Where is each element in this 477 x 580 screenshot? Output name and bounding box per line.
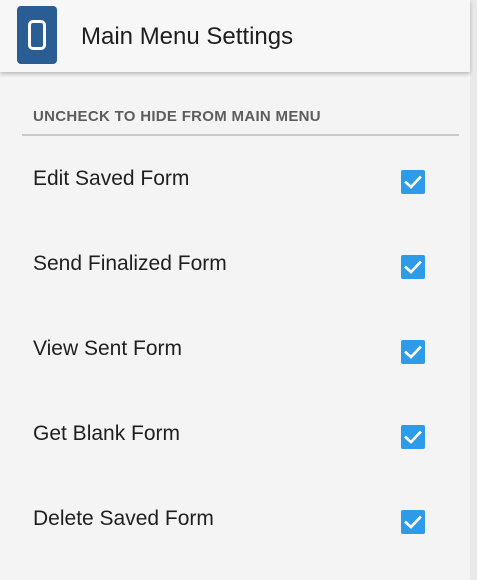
menu-item-label: Get Blank Form [33,422,181,445]
menu-item-label: Delete Saved Form [33,507,214,530]
checkmark-icon [404,345,422,359]
settings-content: UNCHECK TO HIDE FROM MAIN MENU Edit Save… [0,72,470,580]
section-divider [22,134,459,136]
settings-screen: Main Menu Settings UNCHECK TO HIDE FROM … [0,0,477,580]
app-bar: Main Menu Settings [0,0,470,72]
menu-item-view-sent-form[interactable]: View Sent Form [0,308,470,393]
menu-item-send-finalized-form[interactable]: Send Finalized Form [0,223,470,308]
page-title: Main Menu Settings [81,23,294,50]
edit-saved-form-checkbox[interactable] [401,170,425,194]
checkmark-icon [404,515,422,529]
menu-item-edit-saved-form[interactable]: Edit Saved Form [0,138,470,223]
checkmark-icon [404,260,422,274]
app-logo-glyph [28,20,46,50]
app-logo-icon[interactable] [17,6,57,64]
checkmark-icon [404,175,422,189]
send-finalized-form-checkbox[interactable] [401,255,425,279]
section-header: UNCHECK TO HIDE FROM MAIN MENU [33,108,321,125]
menu-item-label: Edit Saved Form [33,167,190,190]
checkmark-icon [404,430,422,444]
menu-item-delete-saved-form[interactable]: Delete Saved Form [0,478,470,563]
menu-item-label: Send Finalized Form [33,252,227,275]
delete-saved-form-checkbox[interactable] [401,510,425,534]
menu-item-label: View Sent Form [33,337,182,360]
menu-item-get-blank-form[interactable]: Get Blank Form [0,393,470,478]
window-edge [470,0,477,580]
get-blank-form-checkbox[interactable] [401,425,425,449]
view-sent-form-checkbox[interactable] [401,340,425,364]
